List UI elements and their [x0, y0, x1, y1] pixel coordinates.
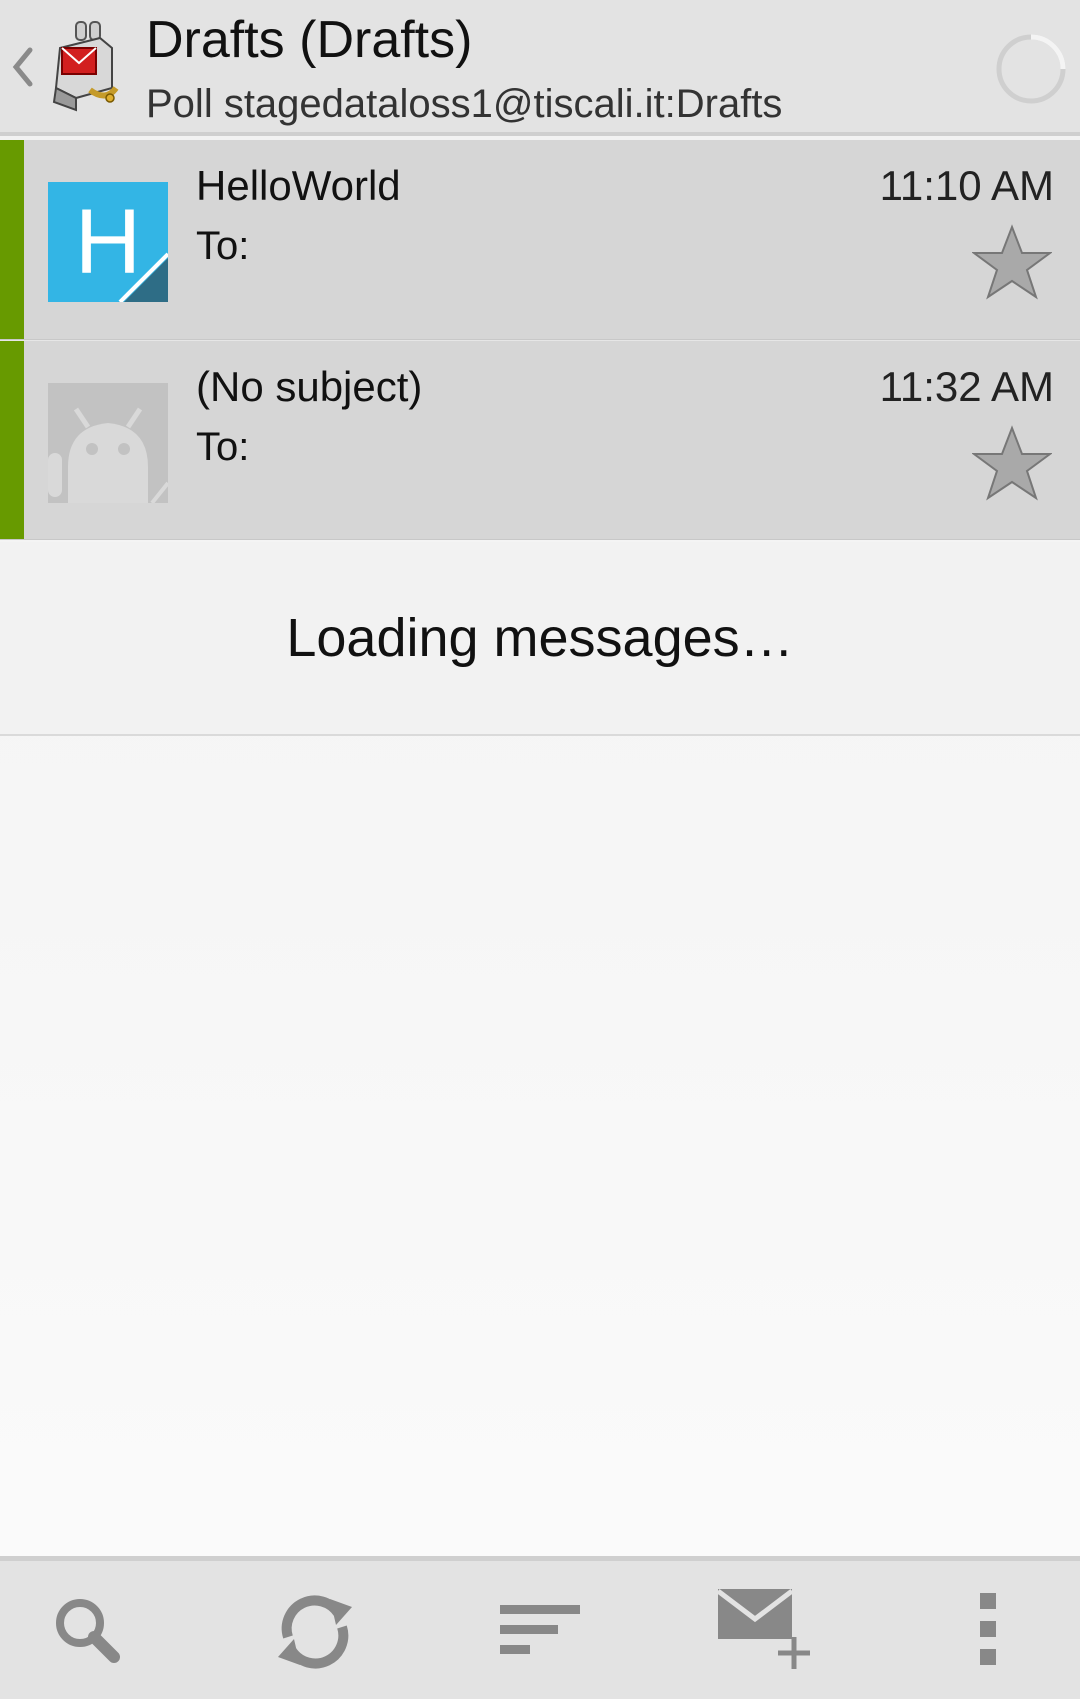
k9-mail-dog-icon[interactable] [46, 18, 126, 114]
search-icon[interactable] [34, 1577, 144, 1687]
compose-mail-icon[interactable] [710, 1577, 820, 1687]
star-icon[interactable] [972, 425, 1052, 501]
message-subject: (No subject) [196, 363, 423, 410]
bottom-action-bar [0, 1556, 1080, 1699]
unread-indicator [0, 341, 24, 539]
message-time: 11:10 AM [879, 162, 1054, 209]
message-recipient: To: [196, 425, 250, 469]
message-recipient: To: [196, 224, 250, 268]
avatar-corner-icon [118, 252, 168, 302]
avatar[interactable]: H [48, 182, 168, 302]
loading-spinner-icon [996, 34, 1066, 104]
status-subtitle: Poll stagedataloss1@tiscali.it:Drafts [146, 82, 783, 126]
android-robot-icon [48, 407, 168, 503]
overflow-menu-icon[interactable] [934, 1577, 1044, 1687]
android-placeholder-icon[interactable] [48, 383, 168, 503]
message-time: 11:32 AM [879, 363, 1054, 410]
list-item[interactable]: (No subject) To: 11:32 AM [0, 340, 1080, 540]
sort-icon[interactable] [484, 1577, 594, 1687]
refresh-icon[interactable] [260, 1577, 370, 1687]
message-list: H HelloWorld To: 11:10 AM (No subject) T… [0, 140, 1080, 540]
loading-footer: Loading messages… [0, 542, 1080, 736]
unread-indicator [0, 140, 24, 339]
star-icon[interactable] [972, 224, 1052, 300]
page-title: Drafts (Drafts) [146, 11, 473, 69]
action-bar: Drafts (Drafts) Poll stagedataloss1@tisc… [0, 0, 1080, 136]
chevron-left-icon[interactable] [8, 42, 38, 92]
list-item[interactable]: H HelloWorld To: 11:10 AM [0, 140, 1080, 340]
screen: Drafts (Drafts) Poll stagedataloss1@tisc… [0, 0, 1080, 1699]
message-subject: HelloWorld [196, 162, 401, 209]
